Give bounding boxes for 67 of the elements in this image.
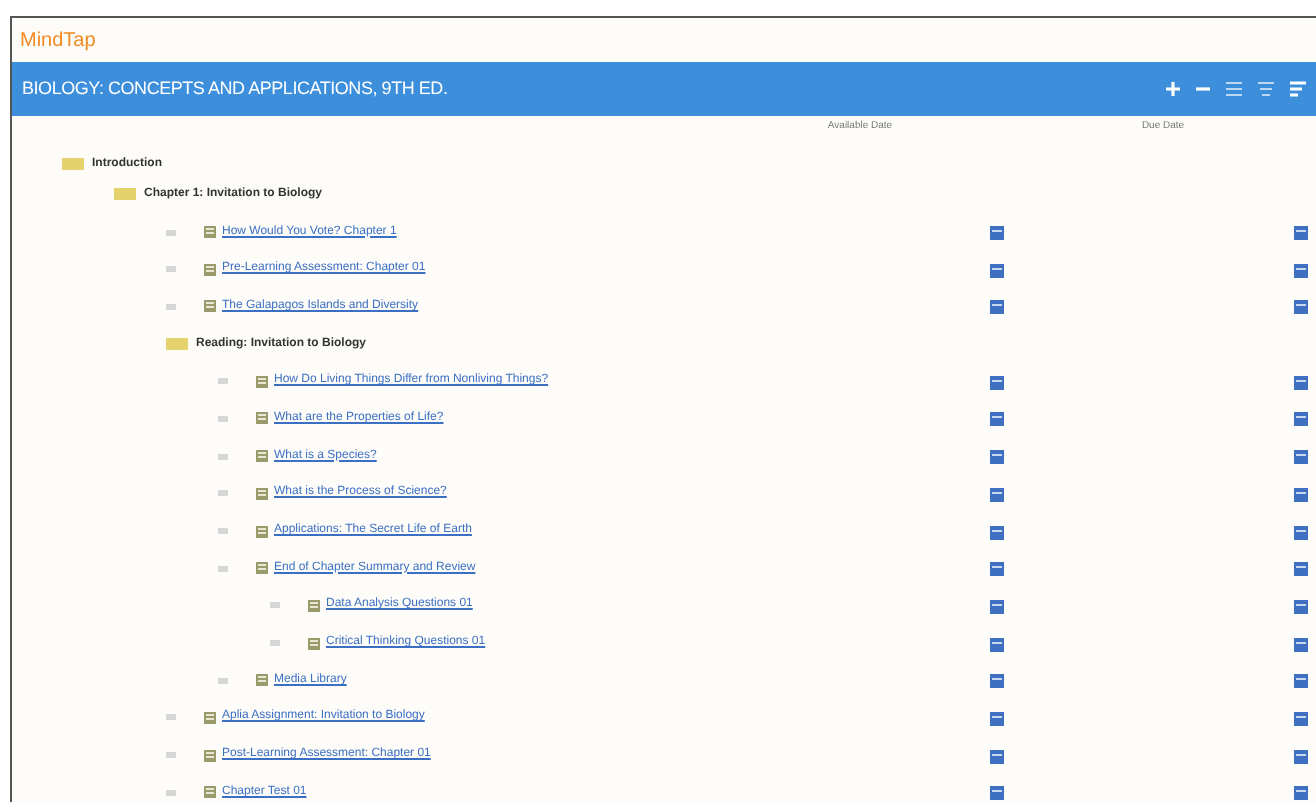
calendar-icon[interactable] <box>990 523 1004 540</box>
add-icon[interactable] <box>1164 80 1182 98</box>
document-icon <box>308 637 320 650</box>
calendar-icon[interactable] <box>1294 560 1308 577</box>
drag-handle-icon[interactable] <box>166 266 176 273</box>
drag-handle-icon[interactable] <box>218 378 228 385</box>
calendar-icon[interactable] <box>1294 784 1308 801</box>
calendar-icon[interactable] <box>1294 224 1308 241</box>
calendar-icon[interactable] <box>990 672 1004 689</box>
document-icon <box>256 674 268 687</box>
drag-handle-icon[interactable] <box>218 490 228 497</box>
document-icon <box>256 487 268 500</box>
calendar-icon[interactable] <box>990 560 1004 577</box>
drag-handle-icon[interactable] <box>270 602 280 609</box>
calendar-icon[interactable] <box>1294 373 1308 390</box>
drag-handle-icon[interactable] <box>218 677 228 684</box>
calendar-icon[interactable] <box>1294 747 1308 764</box>
calendar-icon[interactable] <box>990 784 1004 801</box>
drag-handle-icon[interactable] <box>218 453 228 460</box>
calendar-icon[interactable] <box>1294 261 1308 278</box>
document-icon <box>256 375 268 388</box>
calendar-icon[interactable] <box>990 261 1004 278</box>
calendar-icon[interactable] <box>990 747 1004 764</box>
document-icon <box>204 300 216 313</box>
document-icon <box>256 450 268 463</box>
document-icon <box>204 226 216 239</box>
calendar-icon[interactable] <box>1294 448 1308 465</box>
calendar-icon[interactable] <box>990 485 1004 502</box>
drag-handle-icon[interactable] <box>166 303 176 310</box>
drag-handle-icon[interactable] <box>218 565 228 572</box>
folder-icon <box>166 338 188 351</box>
calendar-icon[interactable] <box>990 373 1004 390</box>
calendar-icon[interactable] <box>990 709 1004 726</box>
calendar-icon[interactable] <box>1294 410 1308 427</box>
document-icon <box>256 525 268 538</box>
calendar-icon[interactable] <box>1294 485 1308 502</box>
drag-handle-icon[interactable] <box>218 415 228 422</box>
document-icon <box>256 562 268 575</box>
calendar-icon[interactable] <box>990 448 1004 465</box>
folder-icon <box>114 188 136 201</box>
calendar-icon[interactable] <box>990 635 1004 652</box>
drag-handle-icon[interactable] <box>218 528 228 535</box>
calendar-icon[interactable] <box>1294 672 1308 689</box>
document-icon <box>256 412 268 425</box>
calendar-icon[interactable] <box>990 224 1004 241</box>
calendar-icon[interactable] <box>990 597 1004 614</box>
calendar-icon[interactable] <box>1294 635 1308 652</box>
filter-icon[interactable] <box>1288 80 1308 98</box>
calendar-icon[interactable] <box>1294 709 1308 726</box>
drag-handle-icon[interactable] <box>166 789 176 796</box>
logo-text: MindTap <box>20 27 96 55</box>
calendar-icon[interactable] <box>1294 298 1308 315</box>
document-icon <box>308 599 320 612</box>
folder-icon <box>62 158 84 170</box>
calendar-icon[interactable] <box>990 298 1004 315</box>
course-title: BIOLOGY: CONCEPTS AND APPLICATIONS, 9TH ED. <box>22 75 450 102</box>
document-icon <box>204 786 216 799</box>
calendar-icon[interactable] <box>1294 597 1308 614</box>
document-icon <box>204 263 216 276</box>
drag-handle-icon[interactable] <box>166 752 176 759</box>
drag-handle-icon[interactable] <box>166 714 176 721</box>
drag-handle-icon[interactable] <box>166 229 176 236</box>
document-icon <box>204 711 216 724</box>
calendar-icon[interactable] <box>1294 523 1308 540</box>
drag-handle-icon[interactable] <box>270 640 280 647</box>
calendar-icon[interactable] <box>990 410 1004 427</box>
document-icon <box>204 749 216 762</box>
